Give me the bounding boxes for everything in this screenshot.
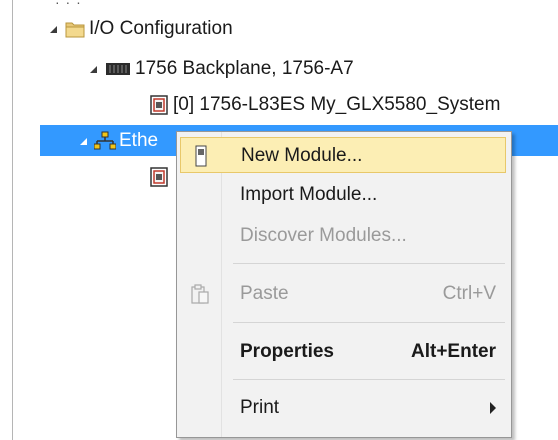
- menu-item-new-module[interactable]: New Module...: [180, 137, 506, 173]
- menu-item-shortcut: Alt+Enter: [411, 341, 496, 362]
- module-icon: [148, 166, 170, 188]
- menu-separator: [233, 322, 505, 323]
- expand-triangle-icon[interactable]: [72, 126, 94, 156]
- menu-item-paste[interactable]: Paste Ctrl+V: [180, 276, 506, 312]
- menu-item-label: Paste: [240, 283, 289, 304]
- paste-icon: [188, 282, 212, 306]
- context-menu: New Module... Import Module... Discover …: [176, 131, 512, 438]
- tree-item-label: Ethe: [119, 130, 159, 151]
- backplane-icon: [104, 58, 132, 80]
- tree-item-label: I/O Configuration: [89, 18, 233, 39]
- menu-item-label: Print: [240, 397, 280, 418]
- menu-item-print[interactable]: Print: [180, 390, 506, 426]
- tree-item-label: 1756 Backplane, 1756-A7: [135, 58, 354, 79]
- folder-icon: [64, 18, 86, 40]
- menu-separator: [233, 263, 505, 264]
- tree-guide-line: [12, 0, 13, 440]
- expand-triangle-icon[interactable]: [42, 14, 64, 44]
- tree-item-controller[interactable]: [0] 1756-L83ES My_GLX5580_System: [148, 90, 500, 120]
- menu-item-shortcut: Ctrl+V: [442, 283, 496, 304]
- menu-item-label: Import Module...: [240, 184, 378, 205]
- menu-separator: [233, 379, 505, 380]
- submenu-arrow-icon: [490, 402, 496, 414]
- menu-item-label: Discover Modules...: [240, 225, 407, 246]
- tree-item-backplane[interactable]: 1756 Backplane, 1756-A7: [82, 54, 354, 84]
- tree-item-ethernet-child[interactable]: [148, 162, 173, 192]
- menu-item-properties[interactable]: Properties Alt+Enter: [180, 334, 506, 370]
- new-module-icon: [189, 144, 213, 168]
- menu-item-label: New Module...: [241, 145, 363, 166]
- tree-item-ethernet[interactable]: Ethe: [72, 126, 158, 156]
- module-icon: [148, 94, 170, 116]
- menu-item-import-module[interactable]: Import Module...: [180, 177, 506, 213]
- expand-triangle-icon[interactable]: [82, 54, 104, 84]
- tree-item-io-configuration[interactable]: I/O Configuration: [42, 14, 233, 44]
- truncated-item-above: · · ·: [55, 0, 82, 10]
- menu-item-discover-modules[interactable]: Discover Modules...: [180, 218, 506, 254]
- network-icon: [94, 130, 116, 152]
- tree-item-label: [0] 1756-L83ES My_GLX5580_System: [173, 94, 501, 115]
- menu-item-label: Properties: [240, 341, 334, 362]
